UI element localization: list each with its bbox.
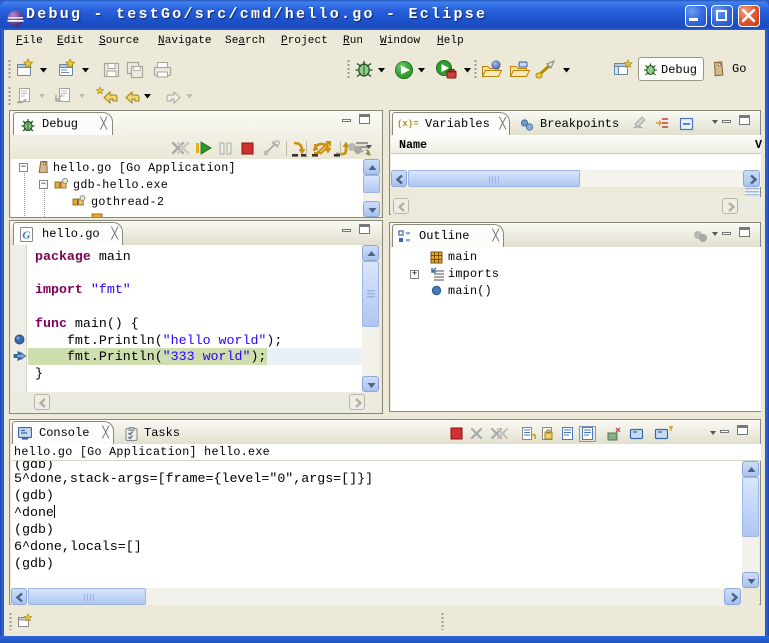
svg-text:G: G bbox=[22, 230, 30, 242]
